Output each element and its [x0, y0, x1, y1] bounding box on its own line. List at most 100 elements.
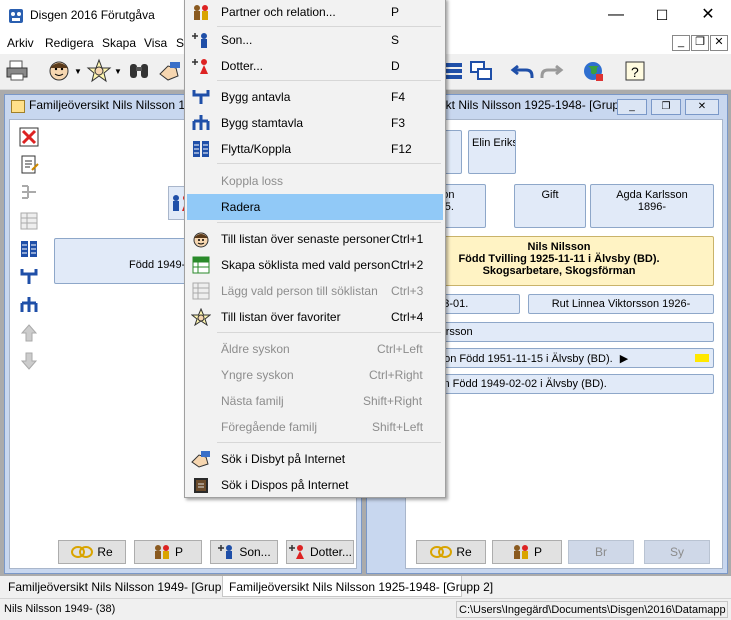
list-icon	[191, 282, 211, 300]
main-person-card[interactable]: Nils Nilsson Född Tvilling 1925-11-11 i …	[404, 236, 714, 286]
menu-item-label: Föregående familj	[221, 420, 318, 434]
menu-item-favoriter[interactable]: Till listan över favoriter Ctrl+4	[187, 304, 443, 330]
child-row-1[interactable]: na Nilsson Född 1951-11-15 i Älvsby (BD)…	[404, 348, 714, 368]
spouse-card[interactable]: Rut Linnea Viktorsson 1926-	[528, 294, 714, 314]
menu-arkiv[interactable]: Arkiv	[7, 36, 34, 50]
favorite-person-icon[interactable]	[86, 58, 112, 84]
child-restore-button[interactable]: ❐	[651, 99, 681, 115]
menu-item-son[interactable]: Son... S	[187, 27, 443, 53]
relations-button[interactable]: Re	[416, 540, 486, 564]
menu-item-daughter[interactable]: Dotter... D	[187, 53, 443, 79]
mdi-restore-button[interactable]: ❐	[691, 35, 709, 51]
menu-item-flytta-koppla[interactable]: Flytta/Koppla F12	[187, 136, 443, 162]
menu-skapa[interactable]: Skapa	[102, 36, 136, 50]
print-icon[interactable]	[4, 58, 30, 84]
binoculars-icon[interactable]	[126, 58, 152, 84]
menu-item-label: Bygg stamtavla	[221, 116, 304, 130]
arrow-up-disabled-icon	[18, 322, 40, 344]
maximize-button[interactable]: ☐	[639, 0, 685, 30]
help-icon[interactable]: ?	[622, 58, 648, 84]
menu-item-bygg-antavla[interactable]: Bygg antavla F4	[187, 84, 443, 110]
menu-item-nasta-familj: Nästa familj Shift+Right	[187, 388, 443, 414]
hand-icon[interactable]	[156, 58, 182, 84]
menu-item-shortcut: S	[391, 33, 400, 47]
grandparent-card-3[interactable]: Elin Eriks	[468, 130, 516, 174]
app-icon[interactable]	[8, 8, 24, 24]
mdi-close-button[interactable]: ✕	[710, 35, 728, 51]
status-path: C:\Users\Ingegärd\Documents\Disgen\2016\…	[456, 601, 728, 618]
dropdown-arrow-icon[interactable]: ▼	[114, 67, 122, 76]
partner-button-label: P	[174, 545, 183, 559]
person-birth: Född 1949-0	[129, 259, 192, 271]
menu-item-skapa-soklista[interactable]: Skapa söklista med vald person Ctrl+2	[187, 252, 443, 278]
context-menu: Partner och relation... P Son... S Dotte…	[184, 0, 446, 498]
ancestor-tree-icon[interactable]	[18, 266, 40, 288]
marriage-card[interactable]: Gift	[514, 184, 586, 228]
menu-item-radera[interactable]: Radera	[187, 194, 443, 220]
move-link-icon[interactable]	[18, 238, 40, 260]
menu-item-label: Sök i Dispos på Internet	[221, 478, 349, 492]
expand-arrow-icon[interactable]: ▶	[620, 353, 628, 365]
tree-disabled-icon	[18, 182, 40, 204]
menu-redigera[interactable]: Redigera	[45, 36, 94, 50]
menu-item-sok-disbyt[interactable]: Sök i Disbyt på Internet	[187, 446, 443, 472]
menu-item-yngre-syskon: Yngre syskon Ctrl+Right	[187, 362, 443, 388]
tab-grupp-1[interactable]: Familjeöversikt Nils Nilsson 1949- [Grup…	[2, 576, 241, 597]
daughter-button-label: Dotter...	[309, 545, 353, 559]
table-disabled-icon	[18, 210, 40, 232]
mdi-minimize-button[interactable]: _	[672, 35, 690, 51]
menu-item-label: Äldre syskon	[221, 342, 290, 356]
relations-button[interactable]: Re	[58, 540, 126, 564]
undo-icon[interactable]	[510, 58, 536, 84]
menu-item-shortcut: F3	[391, 116, 406, 130]
delete-icon[interactable]	[18, 126, 40, 148]
son-button[interactable]: Son...	[210, 540, 278, 564]
separator	[217, 163, 441, 164]
menu-item-partner[interactable]: Partner och relation... P	[187, 0, 443, 25]
mother-card[interactable]: Agda Karlsson 1896-	[590, 184, 714, 228]
menu-item-senaste-personer[interactable]: Till listan över senaste personer Ctrl+1	[187, 226, 443, 252]
sibling-button: Br	[568, 540, 634, 564]
menu-item-shortcut: F4	[391, 90, 406, 104]
cascade-icon[interactable]	[468, 58, 494, 84]
marker-badge	[695, 354, 709, 362]
relations-button-label: Re	[456, 545, 472, 559]
dropdown-arrow-icon[interactable]: ▼	[74, 67, 82, 76]
descendant-tree-icon[interactable]	[18, 294, 40, 316]
window-body: ls Elin Eriks ils Nilsson ödd 1895. Gift…	[404, 119, 723, 569]
menu-item-label: Lägg vald person till söklistan	[221, 284, 378, 298]
menu-item-aldre-syskon: Äldre syskon Ctrl+Left	[187, 336, 443, 362]
child-close-button[interactable]: ✕	[685, 99, 719, 115]
relations-button-label: Re	[97, 545, 113, 559]
menu-item-sok-dispos[interactable]: Sök i Dispos på Internet	[187, 472, 443, 498]
child-row-2[interactable]: s Nilsson Född 1949-02-02 i Älvsby (BD).	[404, 374, 714, 394]
face-icon	[191, 230, 211, 248]
menu-item-label: Sök i Disbyt på Internet	[221, 452, 346, 466]
menu-item-label: Dotter...	[221, 59, 264, 73]
menu-item-lagg-till-soklista: Lägg vald person till söklistan Ctrl+3	[187, 278, 443, 304]
menu-item-shortcut: Ctrl+4	[391, 310, 424, 324]
daughter-button[interactable]: Dotter...	[286, 540, 354, 564]
person-icon[interactable]	[46, 58, 72, 84]
partner-button[interactable]: P	[134, 540, 202, 564]
menu-item-label: Nästa familj	[221, 394, 284, 408]
separator	[217, 80, 441, 81]
edit-document-icon[interactable]	[18, 154, 40, 176]
menu-item-label: Flytta/Koppla	[221, 142, 292, 156]
separator	[217, 222, 441, 223]
close-button[interactable]: ✕	[685, 0, 731, 30]
menu-item-bygg-stamtavla[interactable]: Bygg stamtavla F3	[187, 110, 443, 136]
main-person-name: Nils Nilsson	[527, 241, 591, 253]
menu-visa[interactable]: Visa	[144, 36, 167, 50]
menu-item-shortcut: Shift+Right	[363, 394, 423, 408]
minimize-button[interactable]: —	[593, 0, 639, 30]
menu-item-shortcut: F12	[391, 142, 412, 156]
tab-grupp-2[interactable]: Familjeöversikt Nils Nilsson 1925-1948- …	[222, 576, 493, 597]
globe-icon[interactable]	[580, 58, 606, 84]
list-item[interactable]: sgar Larsson	[404, 322, 714, 342]
child-minimize-button[interactable]: _	[617, 99, 647, 115]
menu-item-label: Till listan över favoriter	[221, 310, 341, 324]
partner-icon	[191, 3, 211, 21]
partner-button[interactable]: P	[492, 540, 562, 564]
redo-icon[interactable]	[538, 58, 564, 84]
